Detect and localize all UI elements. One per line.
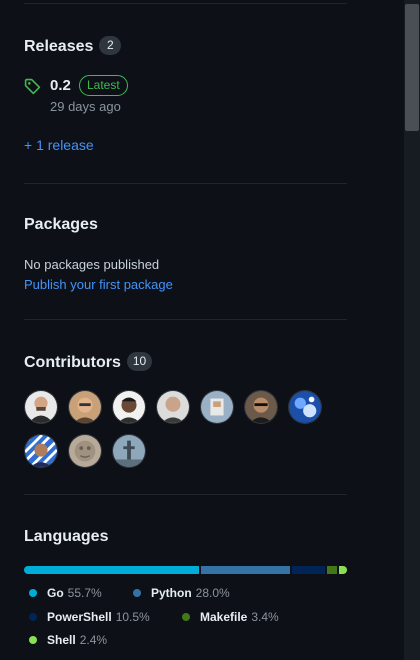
language-item-makefile[interactable]: Makefile 3.4% [182,610,279,624]
release-date: 29 days ago [50,99,121,114]
language-color-dot [29,613,37,621]
contributor-avatar[interactable] [68,434,102,468]
language-name: Go [47,586,64,600]
language-percent: 2.4% [79,633,108,647]
contributor-avatar[interactable] [112,434,146,468]
language-item-go[interactable]: Go 55.7% [29,586,102,600]
more-releases-link[interactable]: + 1 release [24,137,94,153]
language-percent: 3.4% [251,610,279,624]
contributor-avatar[interactable] [288,390,322,424]
packages-empty-text: No packages published [24,257,160,272]
language-color-dot [29,589,37,597]
contributor-avatar[interactable] [24,434,58,468]
language-bar-segment-python[interactable] [201,566,290,574]
divider [24,319,347,320]
language-item-python[interactable]: Python 28.0% [133,586,230,600]
language-color-dot [29,636,37,644]
scrollbar-thumb[interactable] [405,4,419,131]
language-color-dot [133,589,141,597]
language-item-powershell[interactable]: PowerShell 10.5% [29,610,150,624]
language-percent: 28.0% [195,586,230,600]
release-version-link[interactable]: 0.2 [50,77,71,94]
language-name: Shell [47,633,76,647]
divider [24,494,347,495]
language-color-dot [182,613,190,621]
language-bar-segment-shell[interactable] [339,566,347,574]
top-divider [24,3,347,4]
releases-heading[interactable]: Releases 2 [24,36,122,56]
language-bar-segment-makefile[interactable] [326,566,338,574]
contributor-avatar[interactable] [112,390,146,424]
packages-heading[interactable]: Packages [24,216,98,234]
language-item-shell[interactable]: Shell 2.4% [29,633,107,647]
language-name: Makefile [200,610,248,624]
contributors-heading[interactable]: Contributors 10 [24,352,153,372]
language-name: Python [151,586,192,600]
language-name: PowerShell [47,610,112,624]
language-bar-segment-go[interactable] [24,566,200,574]
tag-icon [24,78,41,95]
contributor-avatar[interactable] [24,390,58,424]
contributor-avatar[interactable] [68,390,102,424]
releases-count-badge: 2 [99,36,122,55]
contributors-count-badge: 10 [126,352,153,371]
language-bar-segment-powershell[interactable] [291,566,325,574]
languages-heading: Languages [24,528,109,545]
language-bar [24,566,347,574]
contributor-avatar[interactable] [156,390,190,424]
contributor-avatar[interactable] [244,390,278,424]
publish-package-link[interactable]: Publish your first package [24,277,173,292]
divider [24,183,347,184]
language-percent: 10.5% [115,610,150,624]
contributor-avatar[interactable] [200,390,234,424]
contributors-title[interactable]: Contributors [24,354,121,371]
latest-badge: Latest [79,75,128,96]
language-percent: 55.7% [67,586,102,600]
releases-title[interactable]: Releases [24,38,93,55]
